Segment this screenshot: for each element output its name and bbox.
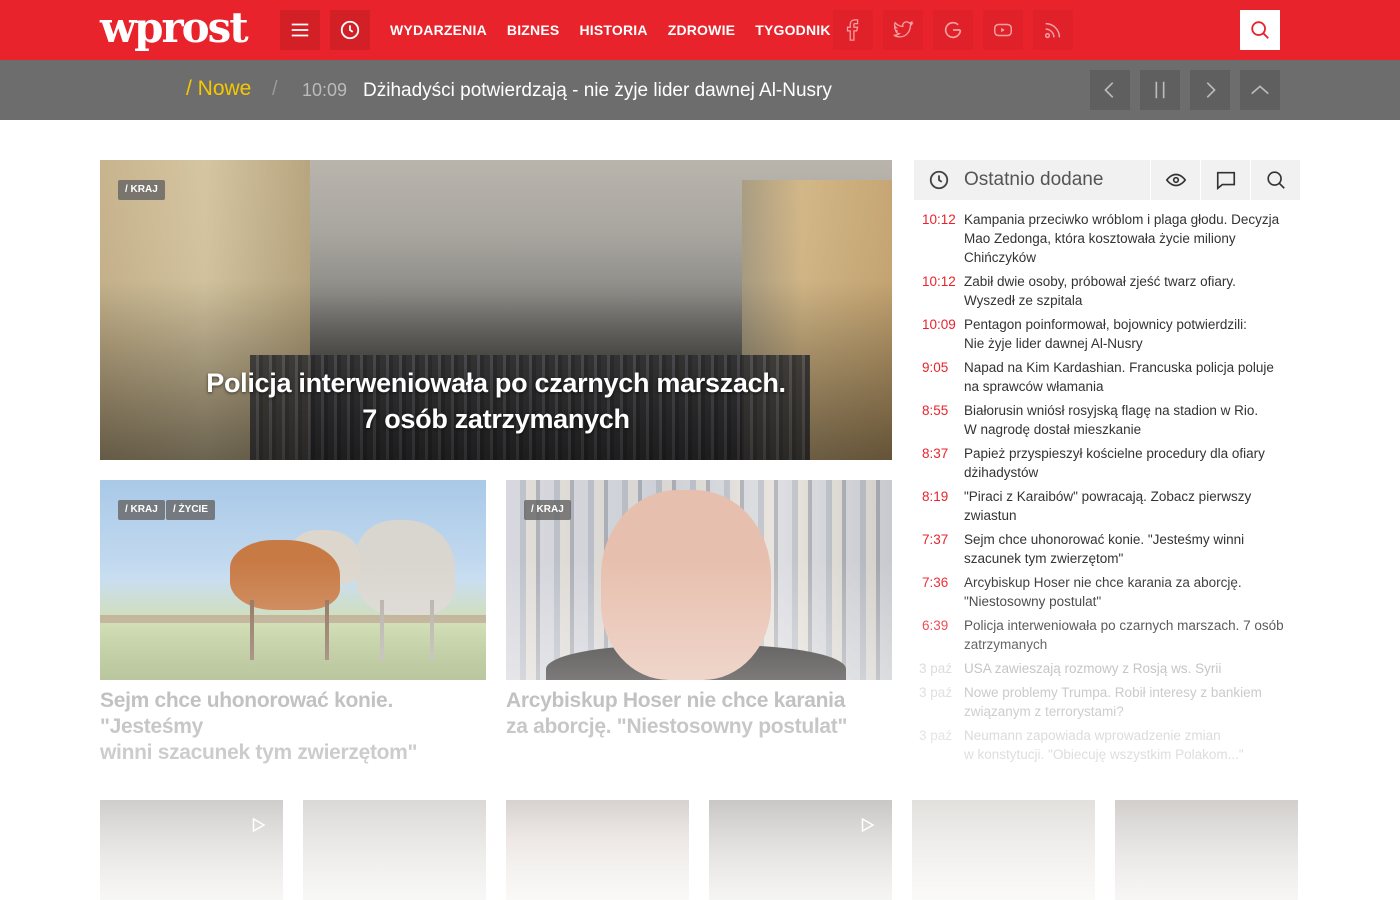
list-item[interactable]: 10:12 Zabił dwie osoby, próbował zjeść tw… — [914, 272, 1300, 310]
ticker-pause-button[interactable] — [1140, 70, 1180, 110]
twitter-button[interactable] — [883, 10, 923, 50]
rss-button[interactable] — [1033, 10, 1073, 50]
category-tag[interactable]: / KRAJ — [118, 500, 165, 520]
search-button[interactable] — [1240, 10, 1280, 50]
list-item[interactable]: 8:55 Białorusin wniósł rosyjską flagę na … — [914, 401, 1300, 439]
nav-link-zdrowie[interactable]: ZDROWIE — [668, 22, 736, 38]
ticker-next-button[interactable] — [1190, 70, 1230, 110]
nav-link-biznes[interactable]: BIZNES — [507, 22, 560, 38]
ticker-time: 10:09 — [302, 80, 348, 100]
tab-most-read[interactable] — [1150, 160, 1200, 200]
ticker-headline[interactable]: Dżihadyści potwierdzają - nie żyje lider… — [363, 80, 832, 102]
menu-button[interactable] — [280, 10, 320, 50]
search-icon — [1266, 171, 1285, 189]
comment-icon — [1216, 171, 1235, 190]
sidebar-title: Ostatnio dodane — [964, 169, 1104, 190]
list-item[interactable]: 8:19 "Piraci z Karaibów" powracają. Zobac… — [914, 487, 1300, 525]
hero-article[interactable]: / KRAJ Policja interweniowała po czarnyc… — [100, 160, 892, 460]
list-item[interactable]: 10:12 Kampania przeciwko wróblom i plaga … — [914, 210, 1300, 267]
hero-title[interactable]: Policja interweniowała po czarnych marsz… — [100, 365, 892, 437]
article-card[interactable]: / KRAJ / ŻYCIE Sejm chce uhonorować koni… — [100, 480, 486, 766]
facebook-button[interactable] — [833, 10, 873, 50]
sidebar-header: Ostatnio dodane — [914, 160, 1300, 200]
google-icon — [944, 21, 962, 39]
thumbnail-article[interactable] — [709, 800, 892, 900]
thumbnail-article[interactable] — [912, 800, 1095, 900]
youtube-button[interactable] — [983, 10, 1023, 50]
recent-button[interactable] — [330, 10, 370, 50]
thumbnail-article[interactable] — [506, 800, 689, 900]
thumbnail-article[interactable] — [303, 800, 486, 900]
hamburger-icon — [291, 23, 309, 37]
nav-link-historia[interactable]: HISTORIA — [579, 22, 647, 38]
ticker-label[interactable]: / Nowe — [186, 77, 251, 101]
category-tag[interactable]: / ŻYCIE — [166, 500, 216, 520]
rss-icon — [1044, 22, 1061, 39]
category-tag[interactable]: / KRAJ — [118, 180, 165, 200]
google-button[interactable] — [933, 10, 973, 50]
main-navigation: WYDARZENIA BIZNES HISTORIA ZDROWIE TYGOD… — [380, 0, 841, 60]
list-item[interactable]: 6:39 Policja interweniowała po czarnych m… — [914, 616, 1300, 654]
article-title[interactable]: Sejm chce uhonorować konie. "Jesteśmy wi… — [100, 688, 486, 766]
more-articles-strip — [100, 800, 1300, 900]
top-navbar: wprost WYDARZENIA BIZNES HISTORIA ZDROWI… — [0, 0, 1400, 60]
clock-icon — [929, 170, 949, 190]
list-item[interactable]: 8:37 Papież przyspieszył kościelne proced… — [914, 444, 1300, 482]
latest-news-list: 10:12 Kampania przeciwko wróblom i plaga … — [914, 210, 1300, 764]
tab-search[interactable] — [1250, 160, 1300, 200]
play-icon — [861, 817, 875, 833]
eye-icon — [1165, 173, 1186, 187]
pause-icon — [1155, 81, 1165, 99]
tab-most-commented[interactable] — [1200, 160, 1250, 200]
ticker-separator: / — [272, 78, 278, 100]
nav-link-tygodnik[interactable]: TYGODNIK — [755, 22, 831, 38]
list-item[interactable]: 7:37 Sejm chce uhonorować konie. "Jesteśm… — [914, 530, 1300, 568]
ticker-collapse-button[interactable] — [1240, 70, 1280, 110]
thumbnail-article[interactable] — [100, 800, 283, 900]
list-item[interactable]: 3 paź Nowe problemy Trumpa. Robił interes… — [914, 683, 1300, 721]
tab-recent[interactable]: Ostatnio dodane — [914, 160, 1150, 200]
list-item[interactable]: 3 paź Neumann zapowiada wprowadzenie zmia… — [914, 726, 1300, 764]
category-tag[interactable]: / KRAJ — [524, 500, 571, 520]
latest-news-sidebar: Ostatnio dodane 10:12 Kampania przeciwko … — [914, 160, 1300, 769]
chevron-up-icon — [1251, 85, 1269, 95]
twitter-icon — [893, 20, 914, 38]
search-icon — [1251, 21, 1269, 39]
nav-link-wydarzenia[interactable]: WYDARZENIA — [390, 22, 487, 38]
list-item[interactable]: 7:36 Arcybiskup Hoser nie chce karania za… — [914, 573, 1300, 611]
thumbnail-article[interactable] — [1115, 800, 1298, 900]
list-item[interactable]: 10:09 Pentagon poinformował, bojownicy po… — [914, 315, 1300, 353]
chevron-left-icon — [1104, 82, 1114, 98]
play-icon — [252, 817, 266, 833]
article-title[interactable]: Arcybiskup Hoser nie chce karania za abo… — [506, 688, 892, 740]
chevron-right-icon — [1206, 82, 1216, 98]
youtube-icon — [994, 23, 1012, 37]
article-image: / KRAJ / ŻYCIE — [100, 480, 486, 680]
site-logo[interactable]: wprost — [100, 6, 249, 50]
article-image: / KRAJ — [506, 480, 892, 680]
list-item[interactable]: 3 paź USA zawieszają rozmowy z Rosją ws. … — [914, 659, 1300, 678]
list-item[interactable]: 9:05 Napad na Kim Kardashian. Francuska p… — [914, 358, 1300, 396]
ticker-prev-button[interactable] — [1090, 70, 1130, 110]
clock-icon — [340, 20, 360, 40]
facebook-icon — [846, 19, 859, 41]
article-card[interactable]: / KRAJ Arcybiskup Hoser nie chce karania… — [506, 480, 892, 740]
